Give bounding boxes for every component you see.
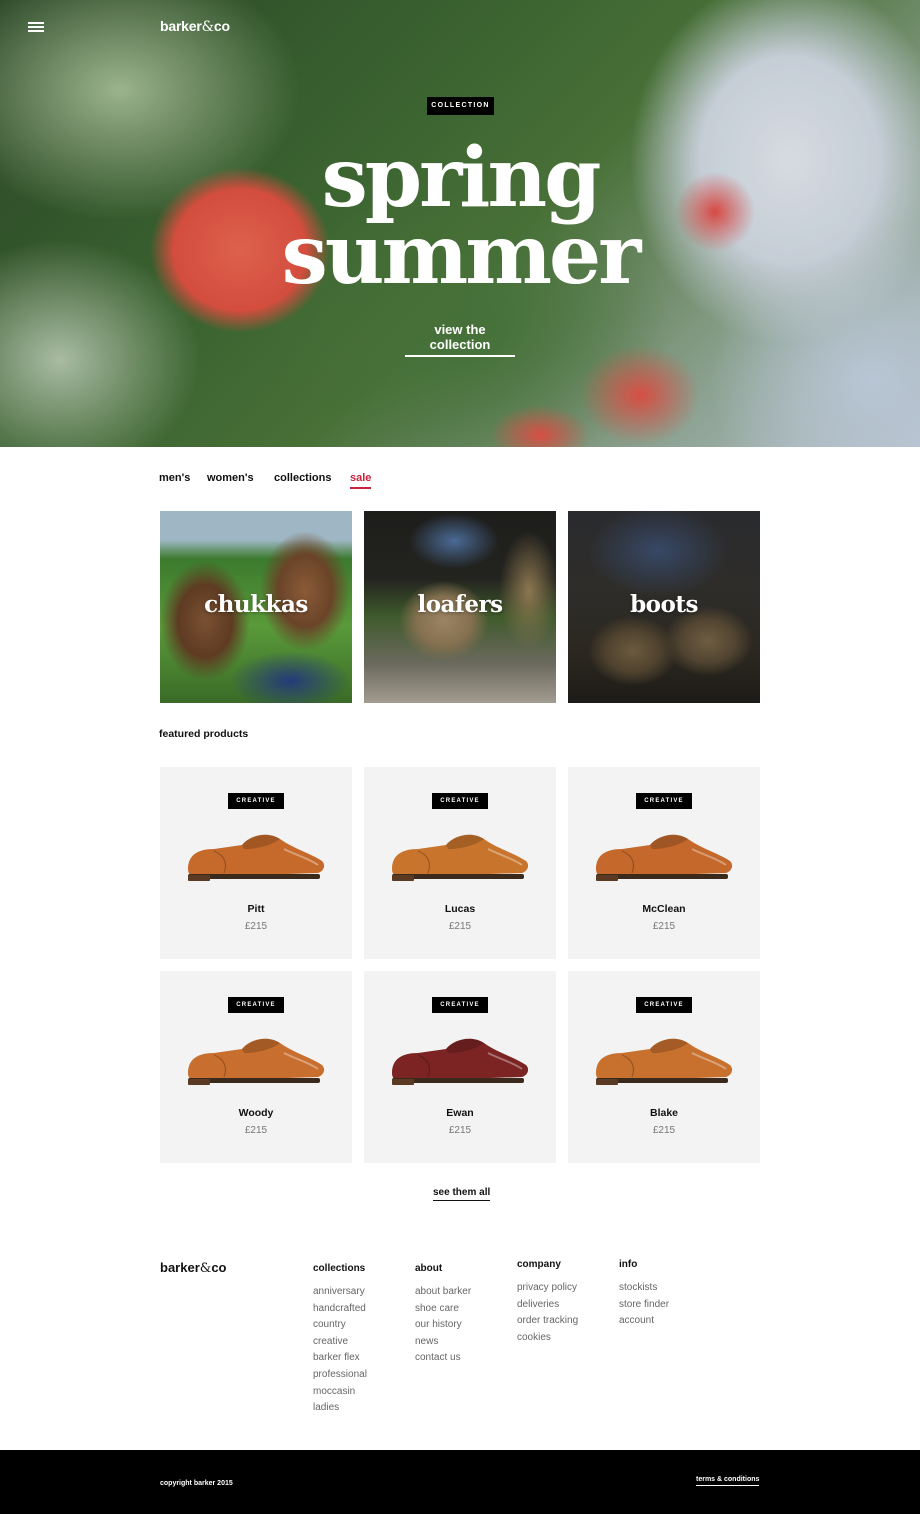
- footer-link[interactable]: anniversary: [313, 1284, 367, 1301]
- shoe-image: [188, 834, 325, 881]
- product-price: £215: [244, 921, 268, 932]
- product-card[interactable]: CREATIVE Blake £215: [568, 971, 760, 1163]
- footer-link[interactable]: handcrafted: [313, 1301, 367, 1318]
- footer-link[interactable]: ladies: [313, 1400, 367, 1417]
- footer-link[interactable]: order tracking: [517, 1313, 578, 1330]
- footer-column-heading: company: [517, 1259, 561, 1270]
- nav-mens[interactable]: men's: [159, 472, 190, 484]
- footer-link[interactable]: country: [313, 1317, 367, 1334]
- footer-link[interactable]: news: [415, 1334, 471, 1351]
- category-tile-chukkas[interactable]: chukkas: [160, 511, 352, 703]
- product-badge: CREATIVE: [432, 793, 488, 809]
- shoe-image: [392, 1038, 529, 1085]
- footer-link[interactable]: deliveries: [517, 1297, 578, 1314]
- terms-link[interactable]: terms & conditions: [696, 1476, 760, 1486]
- footer-link[interactable]: professional: [313, 1367, 367, 1384]
- footer-link[interactable]: cookies: [517, 1330, 578, 1347]
- footer-link[interactable]: barker flex: [313, 1350, 367, 1367]
- category-tile-boots[interactable]: boots: [568, 511, 760, 703]
- footer-link[interactable]: about barker: [415, 1284, 471, 1301]
- product-price: £215: [448, 1125, 472, 1136]
- copyright-text: copyright barker 2015: [160, 1480, 233, 1487]
- nav-womens[interactable]: women's: [207, 472, 254, 484]
- footer-column-heading: about: [415, 1263, 443, 1274]
- product-card[interactable]: CREATIVE McClean £215: [568, 767, 760, 959]
- shoe-image: [596, 834, 733, 881]
- footer-brand-logo[interactable]: barker&co: [160, 1260, 227, 1276]
- brand-logo[interactable]: barker&co: [160, 18, 230, 35]
- shoe-image: [392, 834, 529, 881]
- nav-collections[interactable]: collections: [274, 472, 331, 484]
- footer-link[interactable]: our history: [415, 1317, 471, 1334]
- product-card[interactable]: CREATIVE Lucas £215: [364, 767, 556, 959]
- view-collection-link[interactable]: view the collection: [405, 322, 515, 357]
- product-price: £215: [652, 1125, 676, 1136]
- footer-link[interactable]: store finder: [619, 1297, 669, 1314]
- nav-sale[interactable]: sale: [350, 472, 372, 489]
- footer-link[interactable]: stockists: [619, 1280, 669, 1297]
- hero-banner: barker&co COLLECTION spring summer view …: [0, 0, 920, 447]
- product-badge: CREATIVE: [228, 793, 284, 809]
- footer-column-about: about about barker shoe care our history new…: [415, 1263, 471, 1367]
- footer-link[interactable]: shoe care: [415, 1301, 471, 1318]
- footer-column-info: info stockists store finder account: [619, 1259, 669, 1330]
- product-card[interactable]: CREATIVE Pitt £215: [160, 767, 352, 959]
- bottom-bar: copyright barker 2015 terms & conditions: [0, 1450, 920, 1514]
- category-label: boots: [630, 591, 698, 618]
- see-all-link[interactable]: see them all: [433, 1187, 491, 1201]
- hero-title-line-2: summer: [281, 207, 642, 303]
- product-price: £215: [244, 1125, 268, 1136]
- footer-link[interactable]: privacy policy: [517, 1280, 578, 1297]
- footer-link[interactable]: account: [619, 1313, 669, 1330]
- product-name: Pitt: [247, 903, 265, 915]
- footer-column-company: company privacy policy deliveries order tra…: [517, 1259, 578, 1346]
- category-tile-loafers[interactable]: loafers: [364, 511, 556, 703]
- product-card[interactable]: CREATIVE Woody £215: [160, 971, 352, 1163]
- product-name: Lucas: [444, 903, 476, 915]
- shoe-image: [188, 1038, 325, 1085]
- footer-column-collections: collections anniversary handcrafted country…: [313, 1263, 367, 1417]
- product-price: £215: [448, 921, 472, 932]
- hero-collection-tag: COLLECTION: [427, 97, 494, 115]
- footer-column-heading: info: [619, 1259, 638, 1270]
- product-price: £215: [652, 921, 676, 932]
- category-label: chukkas: [204, 591, 308, 618]
- product-name: Woody: [238, 1107, 274, 1119]
- product-badge: CREATIVE: [228, 997, 284, 1013]
- product-badge: CREATIVE: [636, 997, 692, 1013]
- shoe-image: [596, 1038, 733, 1085]
- footer-link[interactable]: contact us: [415, 1350, 471, 1367]
- product-name: McClean: [642, 903, 686, 915]
- footer-link[interactable]: creative: [313, 1334, 367, 1351]
- product-name: Blake: [649, 1107, 679, 1119]
- product-name: Ewan: [446, 1107, 474, 1119]
- featured-products-heading: featured products: [159, 728, 249, 740]
- footer-link[interactable]: moccasin: [313, 1384, 367, 1401]
- product-badge: CREATIVE: [432, 997, 488, 1013]
- hamburger-menu-icon[interactable]: [28, 20, 44, 34]
- product-badge: CREATIVE: [636, 793, 692, 809]
- footer-column-heading: collections: [313, 1263, 366, 1274]
- product-card[interactable]: CREATIVE Ewan £215: [364, 971, 556, 1163]
- category-label: loafers: [417, 591, 503, 618]
